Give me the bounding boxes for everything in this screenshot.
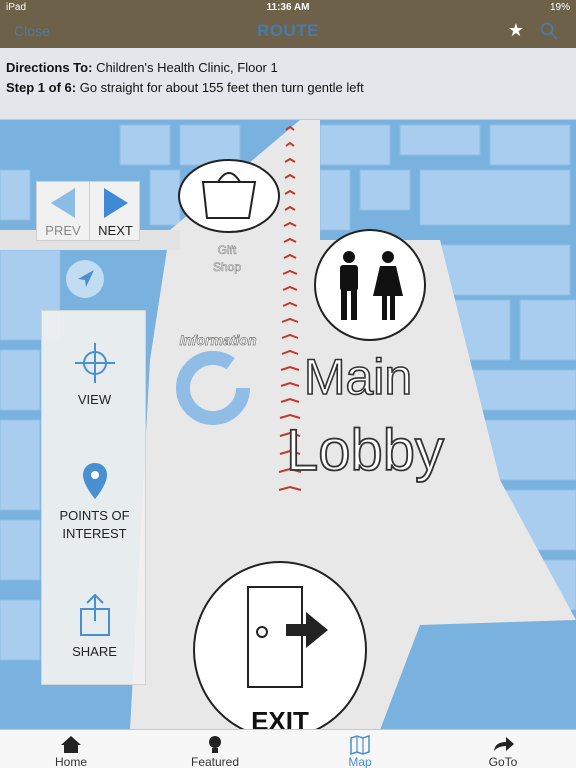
gift-shop-label-line1: Gift [218, 243, 237, 257]
gift-shop-label-line2: Shop [213, 260, 241, 274]
step-navigation: PREV NEXT [36, 181, 140, 241]
next-label: NEXT [98, 223, 133, 238]
map-icon [350, 734, 370, 755]
main-label: Main [304, 349, 412, 405]
locate-button[interactable] [66, 260, 104, 298]
exit-label: EXIT [251, 706, 309, 730]
battery-label: 19% [549, 2, 570, 13]
directions-banner: Directions To: Children's Health Clinic,… [0, 48, 576, 120]
poi-label-line1: POINTS OF [59, 508, 130, 523]
lobby-label: Lobby [286, 418, 444, 483]
map-pin-icon [82, 463, 107, 499]
directions-to-label: Directions To: [6, 60, 93, 75]
prev-label: PREV [45, 223, 81, 238]
search-icon[interactable] [540, 22, 558, 40]
prev-button[interactable]: PREV [37, 182, 89, 240]
tab-featured-label: Featured [190, 755, 240, 768]
points-of-interest-button[interactable]: POINTS OF INTEREST [42, 461, 147, 543]
location-arrow-icon [78, 270, 94, 287]
status-bar: iPad 11:36 AM 19% [0, 0, 576, 16]
view-label: VIEW [77, 392, 112, 407]
tab-map[interactable]: Map [305, 730, 415, 768]
tab-map-label: Map [348, 755, 372, 768]
triangle-right-icon [103, 188, 128, 218]
directions-destination: Directions To: Children's Health Clinic,… [6, 58, 570, 78]
step-instruction: Go straight for about 155 feet then turn… [79, 80, 364, 95]
directions-step: Step 1 of 6: Go straight for about 155 f… [6, 78, 570, 98]
restroom-icon[interactable] [314, 229, 426, 341]
tab-goto[interactable]: GoTo [448, 730, 558, 768]
tab-home[interactable]: Home [16, 730, 126, 768]
status-time: 11:36 AM [266, 2, 310, 13]
share-icon [79, 593, 110, 636]
view-button[interactable]: VIEW [42, 341, 147, 409]
arrow-forward-icon [494, 737, 514, 751]
share-button[interactable]: SHARE [42, 593, 147, 661]
tab-featured[interactable]: Featured [160, 730, 270, 768]
exit-sign-icon[interactable] [193, 561, 367, 730]
next-button[interactable]: NEXT [89, 182, 141, 240]
step-label: Step 1 of 6: [6, 80, 77, 95]
share-label: SHARE [72, 644, 117, 659]
tab-home-label: Home [54, 755, 87, 768]
crosshair-icon [74, 343, 115, 383]
information-label: Information [180, 332, 257, 348]
poi-label-line2: INTEREST [62, 526, 127, 541]
gift-shop-icon[interactable] [178, 159, 280, 233]
page-title: ROUTE [257, 21, 319, 40]
home-icon [61, 736, 81, 753]
map-tools-panel: VIEW POINTS OF INTEREST SHARE [41, 310, 146, 685]
lightbulb-icon [209, 736, 221, 753]
triangle-left-icon [51, 188, 75, 218]
directions-to-value: Children's Health Clinic, Floor 1 [96, 60, 278, 75]
tab-bar: Home Featured Map GoTo [0, 729, 576, 768]
star-icon[interactable]: ★ [508, 20, 524, 41]
tab-goto-label: GoTo [488, 755, 518, 768]
nav-bar: Close ROUTE ★ [0, 16, 576, 48]
